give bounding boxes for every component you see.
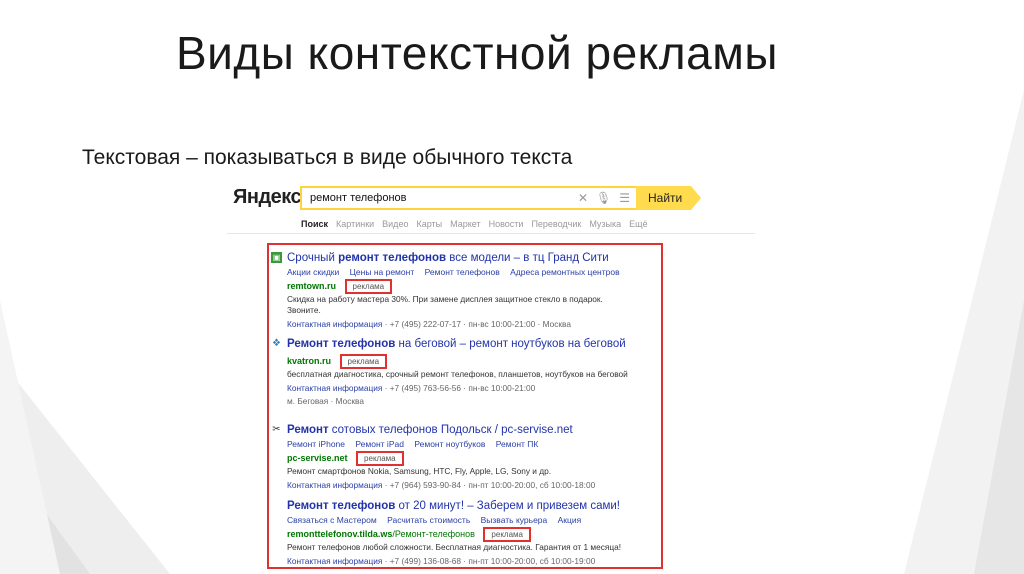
sitelink[interactable]: Ремонт iPhone	[287, 439, 345, 449]
ad-sitelinks: Связаться с Мастером Расчитать стоимость…	[287, 515, 637, 525]
ad-title-part: от 20 минут! – Заберем и привезем сами!	[395, 500, 620, 512]
ad-result: Ремонт телефонов от 20 минут! – Заберем …	[287, 499, 637, 566]
search-tools: ✕ 🎙 ☰	[578, 191, 630, 205]
ad-title-keyword: ремонт телефонов	[338, 252, 447, 264]
sitelink[interactable]: Акции скидки	[287, 267, 339, 277]
ad-title-part: на беговой – ремонт ноутбуков на беговой	[395, 338, 626, 350]
yandex-logo[interactable]: Яндекс	[233, 186, 302, 209]
contact-info-link[interactable]: Контактная информация	[287, 556, 382, 566]
tab-maps[interactable]: Карты	[416, 219, 442, 229]
ad-label-badge: реклама	[344, 279, 393, 294]
ad-title-part: Подольск / pc-servise.net	[437, 424, 573, 436]
ad-title-link[interactable]: Ремонт телефонов от 20 минут! – Заберем …	[287, 499, 637, 514]
decorative-shapes-right	[904, 90, 1024, 574]
tab-more[interactable]: Ещё	[629, 219, 647, 229]
ad-description: бесплатная диагностика, срочный ремонт т…	[287, 369, 628, 379]
tools-icon: ✂	[272, 424, 281, 435]
ad-results-highlight: ▣ Срочный ремонт телефонов все модели – …	[267, 243, 663, 569]
ad-label-badge: реклама	[483, 527, 531, 542]
ad-location: м. Беговая · Москва	[287, 396, 364, 406]
ad-title-part: сотовых телефонов	[328, 424, 438, 436]
microphone-icon[interactable]: 🎙	[596, 191, 611, 205]
contact-info-link[interactable]: Контактная информация	[287, 383, 382, 393]
ad-title-keyword: Ремонт телефонов	[287, 500, 396, 512]
ad-domain-link[interactable]: remonttelefonov.tilda.ws	[287, 529, 392, 539]
tab-market[interactable]: Маркет	[450, 219, 480, 229]
ad-domain-path: /Ремонт-телефонов	[392, 528, 475, 539]
tab-translator[interactable]: Переводчик	[531, 219, 581, 229]
contact-info-link[interactable]: Контактная информация	[287, 319, 382, 329]
ad-title-link[interactable]: ▣ Срочный ремонт телефонов все модели – …	[271, 251, 637, 266]
ad-title-link[interactable]: ❖ Ремонт телефонов на беговой – ремонт н…	[272, 337, 637, 352]
ad-contacts: Контактная информация · +7 (495) 763-56-…	[287, 383, 637, 393]
search-input[interactable]: ремонт телефонов ✕ 🎙 ☰	[300, 186, 636, 210]
tab-music[interactable]: Музыка	[589, 219, 621, 229]
decorative-shapes-left	[0, 300, 170, 574]
ad-result: ▣ Срочный ремонт телефонов все модели – …	[271, 251, 637, 329]
tab-images[interactable]: Картинки	[336, 219, 374, 229]
ad-description: Скидка на работу мастера 30%. При замене…	[287, 294, 603, 315]
sitelink[interactable]: Ремонт iPad	[355, 439, 404, 449]
search-query: ремонт телефонов	[310, 192, 407, 204]
contact-info-link[interactable]: Контактная информация	[287, 480, 382, 490]
tab-video[interactable]: Видео	[382, 219, 408, 229]
sitelink[interactable]: Вызвать курьера	[481, 515, 548, 525]
slide-title: Виды контекстной рекламы	[176, 27, 778, 79]
ad-label-badge: реклама	[339, 354, 388, 369]
sitelink[interactable]: Связаться с Мастером	[287, 515, 377, 525]
contact-details: · +7 (964) 593-90-84 · пн-пт 10:00-20:00…	[382, 480, 596, 490]
ad-contacts: Контактная информация · +7 (495) 222-07-…	[287, 319, 637, 329]
ad-domain-link[interactable]: pc-servise.net	[287, 453, 348, 463]
ad-title-part: все модели – в тц Гранд Сити	[446, 252, 609, 264]
tab-search[interactable]: Поиск	[301, 219, 328, 229]
sitelink[interactable]: Адреса ремонтных центров	[510, 267, 620, 277]
sitelink[interactable]: Акция	[558, 515, 582, 525]
yandex-serp-screenshot: Яндекс ремонт телефонов ✕ 🎙 ☰ Найти Поис…	[227, 180, 755, 572]
sitelink[interactable]: Ремонт телефонов	[425, 267, 500, 277]
ad-description: Ремонт смартфонов Nokia, Samsung, HTC, F…	[287, 466, 552, 476]
slide-subtitle: Текстовая – показываться в виде обычного…	[82, 146, 573, 169]
ad-domain-row: kvatron.ru реклама	[287, 354, 637, 369]
ad-domain-row: remtown.ru реклама	[287, 279, 637, 294]
ad-sitelinks: Акции скидки Цены на ремонт Ремонт телеф…	[287, 267, 637, 277]
sitelink[interactable]: Расчитать стоимость	[387, 515, 470, 525]
ad-result: ❖ Ремонт телефонов на беговой – ремонт н…	[272, 337, 637, 406]
ad-title-keyword: Ремонт	[287, 424, 329, 436]
sitelink[interactable]: Ремонт ноутбуков	[414, 439, 485, 449]
search-tabs: Поиск Картинки Видео Карты Маркет Новост…	[301, 219, 648, 229]
ad-title-part: Срочный	[287, 252, 339, 264]
ad-contacts: Контактная информация · +7 (499) 136-08-…	[287, 556, 637, 566]
tab-news[interactable]: Новости	[489, 219, 524, 229]
ad-result: ✂ Ремонт сотовых телефонов Подольск / pc…	[272, 423, 637, 490]
search-button[interactable]: Найти	[636, 186, 701, 210]
ad-title-keyword: Ремонт телефонов	[287, 338, 396, 350]
ad-sitelinks: Ремонт iPhone Ремонт iPad Ремонт ноутбук…	[287, 439, 637, 449]
ad-contacts: Контактная информация · +7 (964) 593-90-…	[287, 480, 637, 490]
ad-label-badge: реклама	[356, 451, 404, 466]
sitelink[interactable]: Цены на ремонт	[350, 267, 415, 277]
clear-icon[interactable]: ✕	[578, 191, 588, 205]
kvatron-favicon-icon: ❖	[272, 338, 281, 349]
ad-description: Ремонт телефонов любой сложности. Беспла…	[287, 542, 622, 552]
contact-details: · +7 (499) 136-08-68 · пн-пт 10:00-20:00…	[382, 556, 596, 566]
settings-sliders-icon[interactable]: ☰	[619, 191, 630, 205]
ad-domain-link[interactable]: kvatron.ru	[287, 356, 331, 366]
ad-domain-link[interactable]: remtown.ru	[287, 281, 336, 291]
sitelink[interactable]: Ремонт ПК	[496, 439, 539, 449]
ad-domain-row: pc-servise.net реклама	[287, 451, 637, 466]
tabs-divider	[227, 233, 755, 234]
remtown-favicon-icon: ▣	[271, 252, 282, 263]
presentation-slide: Виды контекстной рекламы Текстовая – пок…	[0, 0, 1024, 574]
ad-title-link[interactable]: ✂ Ремонт сотовых телефонов Подольск / pc…	[272, 423, 637, 438]
ad-domain-row: remonttelefonov.tilda.ws/Ремонт-телефоно…	[287, 527, 637, 542]
contact-details: · +7 (495) 222-07-17 · пн-вс 10:00-21:00…	[382, 319, 571, 329]
contact-details: · +7 (495) 763-56-56 · пн-вс 10:00-21:00	[382, 383, 536, 393]
